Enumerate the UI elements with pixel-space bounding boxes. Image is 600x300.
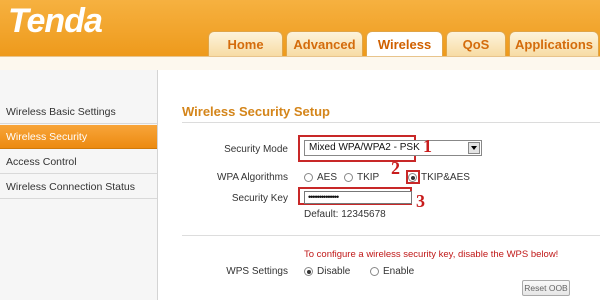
header-bar: Tenda Home Advanced Wireless QoS Applica… — [0, 0, 600, 56]
reset-oob-button[interactable]: Reset OOB — [522, 280, 570, 296]
main-nav-tabs: Home Advanced Wireless QoS Applications — [208, 31, 599, 56]
tab-wireless[interactable]: Wireless — [366, 31, 443, 56]
radio-tkip-aes[interactable]: TKIP&AES — [408, 172, 470, 183]
radio-aes[interactable]: AES — [304, 172, 337, 183]
page-title: Wireless Security Setup — [182, 104, 330, 119]
dropdown-arrow-icon[interactable] — [468, 142, 480, 154]
tenda-logo: Tenda — [8, 2, 103, 40]
radio-wps-enable[interactable]: Enable — [370, 266, 414, 277]
radio-wps-enable-button[interactable] — [370, 267, 379, 276]
wps-settings-label: WPS Settings — [226, 266, 288, 277]
section-divider — [182, 235, 600, 236]
radio-tkip-button[interactable] — [344, 173, 353, 182]
annotation-number-1: 1 — [423, 136, 432, 156]
radio-aes-button[interactable] — [304, 173, 313, 182]
main-content: Wireless Security Setup Security Mode Mi… — [158, 70, 600, 300]
annotation-number-2: 2 — [391, 158, 400, 178]
tab-applications[interactable]: Applications — [509, 31, 599, 56]
header-band — [0, 56, 600, 71]
title-divider — [182, 122, 600, 123]
tab-advanced[interactable]: Advanced — [286, 31, 363, 56]
radio-tkip-aes-button[interactable] — [408, 173, 417, 182]
radio-wps-enable-label: Enable — [383, 266, 415, 277]
radio-tkip[interactable]: TKIP — [344, 172, 379, 183]
radio-tkip-label: TKIP — [357, 172, 380, 183]
security-mode-label: Security Mode — [224, 144, 288, 155]
sidebar-item-wireless-basic-settings[interactable]: Wireless Basic Settings — [0, 100, 157, 124]
tab-qos[interactable]: QoS — [446, 31, 506, 56]
sidebar-item-wireless-connection-status[interactable]: Wireless Connection Status — [0, 175, 157, 199]
radio-aes-label: AES — [317, 172, 338, 183]
security-mode-select[interactable]: Mixed WPA/WPA2 - PSK — [304, 140, 482, 156]
radio-tkip-aes-label: TKIP&AES — [421, 172, 470, 183]
security-key-label: Security Key — [231, 193, 288, 204]
sidebar-item-wireless-security[interactable]: Wireless Security — [0, 125, 157, 149]
radio-wps-disable-button[interactable] — [304, 267, 313, 276]
sidebar: Wireless Basic Settings Wireless Securit… — [0, 70, 158, 300]
annotation-number-3: 3 — [416, 191, 425, 211]
radio-wps-disable[interactable]: Disable — [304, 266, 350, 277]
sidebar-item-access-control[interactable]: Access Control — [0, 150, 157, 174]
security-key-input[interactable]: •••••••••••••• — [304, 191, 412, 204]
wps-warning-text: To configure a wireless security key, di… — [304, 249, 559, 260]
radio-wps-disable-label: Disable — [317, 266, 351, 277]
wpa-algorithms-label: WPA Algorithms — [217, 172, 288, 183]
default-key-text: Default: 12345678 — [304, 209, 386, 220]
security-mode-value: Mixed WPA/WPA2 - PSK — [309, 142, 420, 153]
tab-home[interactable]: Home — [208, 31, 283, 56]
